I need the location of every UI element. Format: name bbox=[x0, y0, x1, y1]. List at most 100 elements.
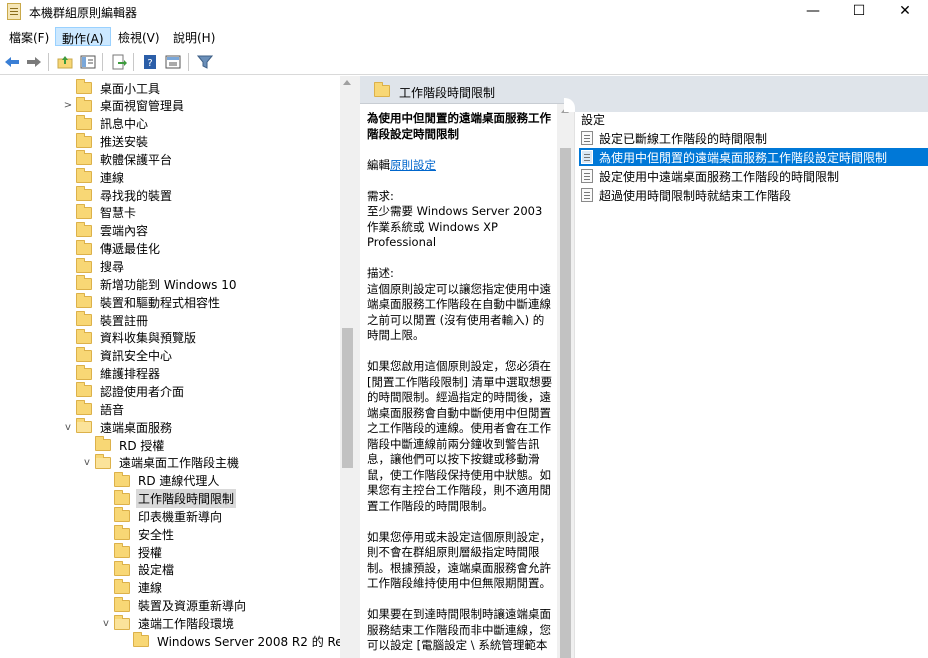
expand-chevron-icon[interactable]: > bbox=[62, 97, 74, 115]
export-list-icon[interactable] bbox=[110, 53, 128, 71]
tree-item[interactable]: 語音 bbox=[62, 400, 126, 418]
tree-scroll-thumb[interactable] bbox=[342, 328, 353, 468]
filter-icon[interactable] bbox=[196, 53, 214, 71]
tree-item[interactable]: 認證使用者介面 bbox=[62, 382, 186, 400]
forward-arrow-icon[interactable] bbox=[25, 53, 43, 71]
help-icon[interactable]: ? bbox=[141, 53, 159, 71]
tree-item-label: 雲端內容 bbox=[100, 224, 149, 239]
tree-item[interactable]: 傳遞最佳化 bbox=[62, 239, 162, 258]
tree-item-label: 搜尋 bbox=[100, 260, 125, 274]
tree-item-label: 資料收集與預覽版 bbox=[100, 331, 197, 346]
tree-item[interactable]: RD 授權 bbox=[81, 436, 166, 454]
tree-item[interactable]: > 桌面視窗管理員 bbox=[62, 96, 186, 115]
tree-item-label: 設定檔 bbox=[138, 563, 175, 578]
folder-icon bbox=[76, 275, 92, 291]
tree-item[interactable]: v 遠端桌面服務 bbox=[62, 418, 174, 436]
tree-item[interactable]: Windows Server 2008 R2 的 Rem bbox=[119, 632, 340, 650]
tree-item[interactable]: 印表機重新導向 bbox=[100, 507, 224, 525]
policy-setting-label: 設定已斷線工作階段的時間限制 bbox=[599, 131, 768, 146]
folder-icon bbox=[114, 614, 130, 630]
tree-item[interactable]: 裝置註冊 bbox=[62, 311, 150, 329]
settings-column-header[interactable]: 設定 bbox=[581, 111, 605, 128]
close-button[interactable]: ✕ bbox=[882, 0, 928, 24]
tree-item[interactable]: 尋找我的裝置 bbox=[62, 186, 174, 204]
tree-item[interactable]: 訊息中心 bbox=[62, 114, 150, 133]
tree-item-label: 推送安裝 bbox=[100, 135, 149, 150]
description-end-session-text: 如果要在到達時間限制時讓遠端桌面服務結束工作階段而非中斷連線，您可以設定 [電腦… bbox=[367, 607, 551, 652]
tree-item[interactable]: RD 連線代理人 bbox=[100, 471, 221, 490]
folder-icon bbox=[76, 346, 92, 362]
tree-item[interactable]: 設定檔 bbox=[100, 560, 176, 579]
folder-icon bbox=[76, 221, 92, 237]
tree-item-label: 資訊安全中心 bbox=[100, 349, 173, 364]
tree-item[interactable]: 裝置及資源重新導向 bbox=[100, 596, 248, 615]
properties-icon[interactable] bbox=[164, 53, 182, 71]
folder-icon bbox=[76, 96, 92, 112]
tree-item-label: RD 連線代理人 bbox=[138, 474, 220, 489]
tree-item[interactable]: 安全性 bbox=[100, 525, 176, 543]
folder-icon bbox=[76, 257, 92, 273]
collapse-chevron-icon[interactable]: v bbox=[62, 418, 74, 436]
tree-item[interactable]: 新增功能到 Windows 10 bbox=[62, 275, 238, 293]
policy-setting-row[interactable]: 超過使用時間限制時就結束工作階段 bbox=[579, 186, 928, 204]
folder-icon bbox=[114, 543, 130, 559]
menu-help[interactable]: 說明(H) bbox=[167, 27, 221, 46]
tree-item[interactable]: 工作階段時間限制 bbox=[100, 489, 237, 509]
tree-item-label: 裝置及資源重新導向 bbox=[138, 599, 247, 614]
tree-item[interactable]: 軟體保護平台 bbox=[62, 150, 174, 168]
policy-setting-row[interactable]: 設定已斷線工作階段的時間限制 bbox=[579, 129, 928, 147]
tree-item[interactable]: 維護排程器 bbox=[62, 364, 162, 383]
collapse-chevron-icon[interactable]: v bbox=[81, 454, 93, 472]
policy-title: 為使用中但閒置的遠端桌面服務工作階段設定時間限制 bbox=[367, 111, 551, 141]
policy-setting-row[interactable]: 設定使用中遠端桌面服務工作階段的時間限制 bbox=[579, 167, 928, 185]
toolbar-separator bbox=[188, 53, 189, 71]
folder-icon bbox=[76, 311, 92, 327]
up-folder-icon[interactable] bbox=[56, 53, 74, 71]
edit-policy-link[interactable]: 原則設定 bbox=[390, 158, 436, 172]
tree-item[interactable]: 推送安裝 bbox=[62, 132, 150, 151]
folder-icon bbox=[114, 560, 130, 576]
tree-item-label: 裝置註冊 bbox=[100, 313, 149, 328]
tree-item[interactable]: 智慧卡 bbox=[62, 203, 138, 222]
tree-item[interactable]: 授權 bbox=[100, 543, 164, 561]
menu-file[interactable]: 檔案(F) bbox=[3, 27, 55, 46]
maximize-button[interactable]: ☐ bbox=[836, 0, 882, 24]
policy-setting-icon bbox=[581, 150, 593, 164]
tree-scrollbar[interactable] bbox=[340, 76, 355, 658]
menu-view[interactable]: 檢視(V) bbox=[112, 27, 166, 46]
description-label: 描述: bbox=[367, 266, 394, 280]
tree-item[interactable]: 資訊安全中心 bbox=[62, 346, 174, 365]
tree-item[interactable]: 桌面小工具 bbox=[62, 79, 162, 97]
description-scrollbar[interactable] bbox=[557, 104, 574, 658]
tree-item[interactable]: 雲端內容 bbox=[62, 221, 150, 240]
description-disabled-text: 如果您停用或未設定這個原則設定，則不會在群組原則層級指定時間限制。根據預設，遠端… bbox=[367, 529, 551, 591]
tree-item[interactable]: 連線 bbox=[62, 168, 126, 186]
collapse-chevron-icon[interactable]: v bbox=[100, 615, 112, 633]
tree-item[interactable]: 連線 bbox=[100, 578, 164, 597]
folder-icon bbox=[76, 293, 92, 309]
tree-item[interactable]: 裝置和驅動程式相容性 bbox=[62, 293, 222, 311]
menu-action[interactable]: 動作(A) bbox=[55, 27, 111, 46]
tree-item[interactable]: v 遠端桌面工作階段主機 bbox=[81, 453, 241, 472]
gpedit-app-icon bbox=[7, 3, 21, 20]
tree-item[interactable]: 資料收集與預覽版 bbox=[62, 328, 198, 347]
description-scroll-thumb[interactable] bbox=[560, 148, 571, 658]
show-hide-tree-icon[interactable] bbox=[79, 53, 97, 71]
folder-icon bbox=[114, 489, 130, 505]
tree-item-label: 傳遞最佳化 bbox=[100, 242, 161, 257]
policy-setting-row[interactable]: 為使用中但閒置的遠端桌面服務工作階段設定時間限制 bbox=[579, 148, 928, 166]
back-arrow-icon[interactable] bbox=[3, 53, 21, 71]
scroll-up-arrow-icon[interactable] bbox=[343, 80, 351, 85]
tree-item[interactable]: v 遠端工作階段環境 bbox=[100, 614, 236, 633]
minimize-button[interactable]: — bbox=[790, 0, 836, 24]
window-title: 本機群組原則編輯器 bbox=[29, 6, 138, 20]
navigation-tree[interactable]: 桌面小工具 > 桌面視窗管理員 訊息中心 推送安裝 軟體保護平台 連線 尋找我的裝置 智慧卡 雲端… bbox=[0, 76, 340, 658]
tree-item[interactable]: 搜尋 bbox=[62, 257, 126, 276]
